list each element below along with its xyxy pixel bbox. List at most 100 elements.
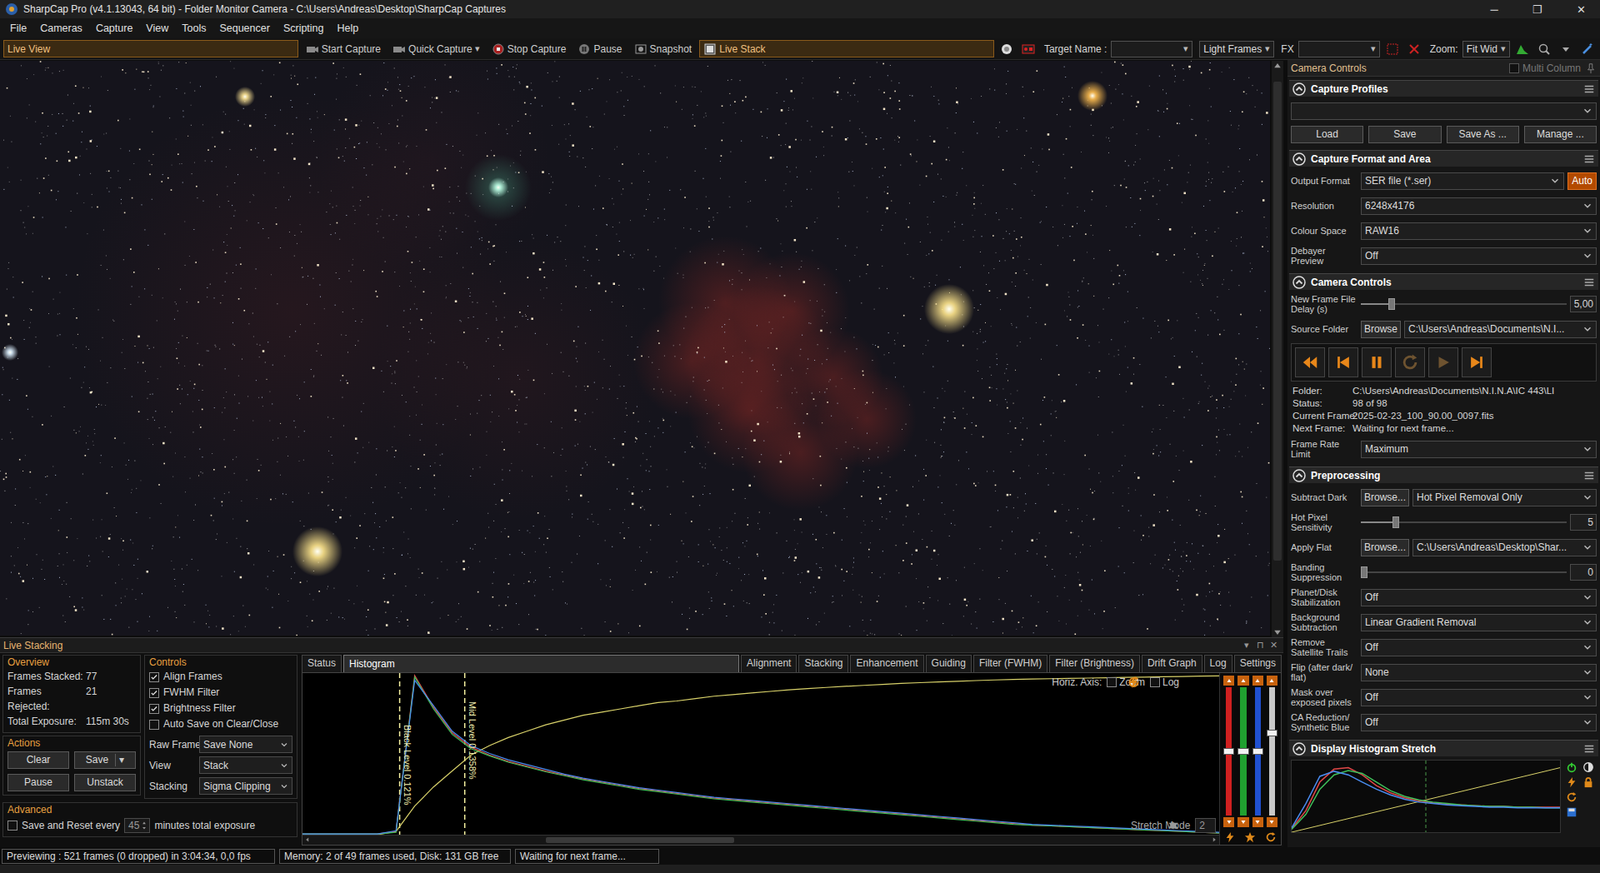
dropdown[interactable]: Light Frames▾ (1199, 40, 1275, 58)
tab[interactable]: Stacking (798, 655, 849, 673)
value-box[interactable]: 0 (1570, 564, 1597, 581)
tab[interactable]: Alignment (740, 655, 797, 673)
spin-up-icon[interactable] (1206, 820, 1214, 826)
dropdown[interactable]: Stack (199, 756, 293, 775)
toolbar-icon-button[interactable] (997, 40, 1016, 58)
channel-up-button[interactable] (1266, 675, 1278, 686)
section-header[interactable]: Preprocessing (1289, 466, 1599, 484)
toolbar-button[interactable]: Start Capture (301, 40, 385, 58)
toolbar-button[interactable]: Stop Capture (487, 40, 571, 58)
checkbox-option[interactable]: Align Frames (149, 669, 293, 685)
menu-item[interactable]: Tools (175, 22, 213, 35)
histogram-stretch-graph[interactable] (1290, 760, 1561, 834)
axis-option[interactable]: Log (1150, 676, 1180, 689)
slider-thumb[interactable] (1388, 298, 1395, 310)
dropdown[interactable]: Save None (199, 735, 293, 754)
channel-down-button[interactable] (1266, 817, 1278, 828)
checkbox[interactable] (149, 672, 160, 683)
channel-slider-track[interactable] (1225, 687, 1232, 816)
tab[interactable]: Filter (FWHM) (973, 655, 1048, 673)
dropdown[interactable]: Off (1360, 589, 1597, 607)
channel-up-button[interactable] (1237, 675, 1249, 686)
dropdown[interactable]: None (1360, 664, 1597, 682)
reset-icon[interactable] (1565, 791, 1578, 804)
channel-slider-handle[interactable] (1223, 748, 1235, 755)
collapse-icon[interactable] (1292, 82, 1306, 96)
channel-slider-track[interactable] (1255, 687, 1261, 816)
dropdown[interactable] (1290, 102, 1597, 120)
toolbar-button[interactable]: Pause (573, 40, 626, 58)
menu-item[interactable]: Help (330, 22, 366, 35)
dropdown[interactable]: C:\Users\Andreas\Desktop\Shar... (1412, 539, 1597, 557)
browse-button[interactable]: Browse... (1360, 539, 1410, 557)
channel-down-button[interactable] (1252, 817, 1264, 828)
star-icon[interactable] (1244, 831, 1256, 844)
section-header[interactable]: Camera Controls (1289, 273, 1599, 290)
channel-slider-handle[interactable] (1266, 730, 1278, 737)
channel-slider-handle[interactable] (1252, 748, 1264, 755)
toolbar-icon-button[interactable] (1578, 40, 1597, 58)
playback-button[interactable] (1328, 347, 1359, 378)
section-header[interactable]: Capture Format and Area (1289, 150, 1599, 167)
checkbox[interactable] (1106, 677, 1117, 688)
section-header[interactable]: Display Histogram Stretch (1289, 740, 1599, 757)
value-box[interactable]: 5 (1570, 514, 1597, 531)
midpoint-marker[interactable] (1425, 760, 1427, 833)
level-marker-line[interactable] (399, 673, 401, 835)
tab[interactable]: Guiding (925, 655, 972, 673)
spin-up-icon[interactable] (140, 820, 148, 826)
auto-button[interactable]: Auto (1567, 172, 1597, 190)
checkbox[interactable] (149, 720, 160, 730)
scroll-down-icon[interactable] (1271, 627, 1284, 638)
tab[interactable]: Drift Graph (1141, 655, 1203, 673)
section-menu-icon[interactable] (1583, 83, 1595, 95)
checkbox[interactable] (149, 688, 160, 699)
checkbox[interactable] (1150, 677, 1160, 688)
button[interactable]: Save As ... (1446, 125, 1520, 144)
level-marker-line[interactable] (464, 673, 466, 835)
minimize-button[interactable]: ─ (1475, 3, 1514, 16)
scroll-right-icon[interactable] (1209, 835, 1220, 845)
button[interactable]: Save (1368, 125, 1441, 144)
slider-thumb[interactable] (1360, 566, 1368, 579)
reset-icon[interactable] (1265, 831, 1277, 844)
channel-slider-track[interactable] (1269, 687, 1275, 816)
save-button[interactable]: Save▾ (74, 751, 136, 770)
channel-up-button[interactable] (1252, 675, 1264, 686)
histogram-chart[interactable]: Black Level 0.121%Mid Level 0.1358%Horiz… (302, 673, 1220, 835)
spin-down-icon[interactable] (1206, 825, 1214, 831)
dropdown[interactable]: Off (1360, 639, 1597, 657)
auto-stretch-icon[interactable] (1184, 675, 1198, 690)
dropdown[interactable]: Linear Gradient Removal (1360, 614, 1597, 632)
float-button[interactable]: ⊓ (1253, 640, 1267, 651)
toolbar-button[interactable]: Snapshot (630, 40, 697, 58)
playback-button[interactable] (1461, 347, 1492, 378)
save-icon[interactable] (1565, 806, 1578, 819)
toolbar-icon-button[interactable] (1556, 40, 1575, 58)
tab[interactable]: Settings (1234, 655, 1282, 673)
checkbox[interactable] (1509, 63, 1520, 74)
scroll-up-icon[interactable] (1271, 60, 1284, 71)
value-box[interactable]: 5,00 (1570, 295, 1597, 313)
auto-stretch-icon[interactable] (1224, 831, 1236, 844)
collapse-icon[interactable] (1292, 469, 1306, 483)
dropdown[interactable]: SER file (*.ser) (1360, 172, 1565, 190)
toggle-button[interactable]: Live View (3, 40, 299, 58)
lock-icon[interactable] (1582, 776, 1595, 789)
toggle-button[interactable]: Live Stack (699, 40, 995, 58)
section-header[interactable]: Capture Profiles (1289, 80, 1599, 97)
slider-track[interactable] (1360, 516, 1567, 529)
action-button[interactable]: Pause (7, 774, 70, 792)
spin-box[interactable]: 2 (1195, 818, 1216, 834)
toolbar-icon-button[interactable] (1383, 40, 1402, 58)
horizontal-scrollbar[interactable] (302, 835, 1220, 845)
section-menu-icon[interactable] (1583, 470, 1595, 482)
action-button[interactable]: Clear (7, 751, 70, 770)
tab[interactable]: Filter (Brightness) (1049, 655, 1140, 673)
auto-stretch-icon[interactable] (1565, 776, 1578, 789)
slider-thumb[interactable] (1392, 516, 1400, 529)
dropdown[interactable]: Maximum (1360, 440, 1597, 459)
checkbox-option[interactable]: Auto Save on Clear/Close (149, 716, 293, 733)
tab[interactable]: Status (301, 655, 342, 673)
menu-item[interactable]: Scripting (276, 22, 331, 35)
